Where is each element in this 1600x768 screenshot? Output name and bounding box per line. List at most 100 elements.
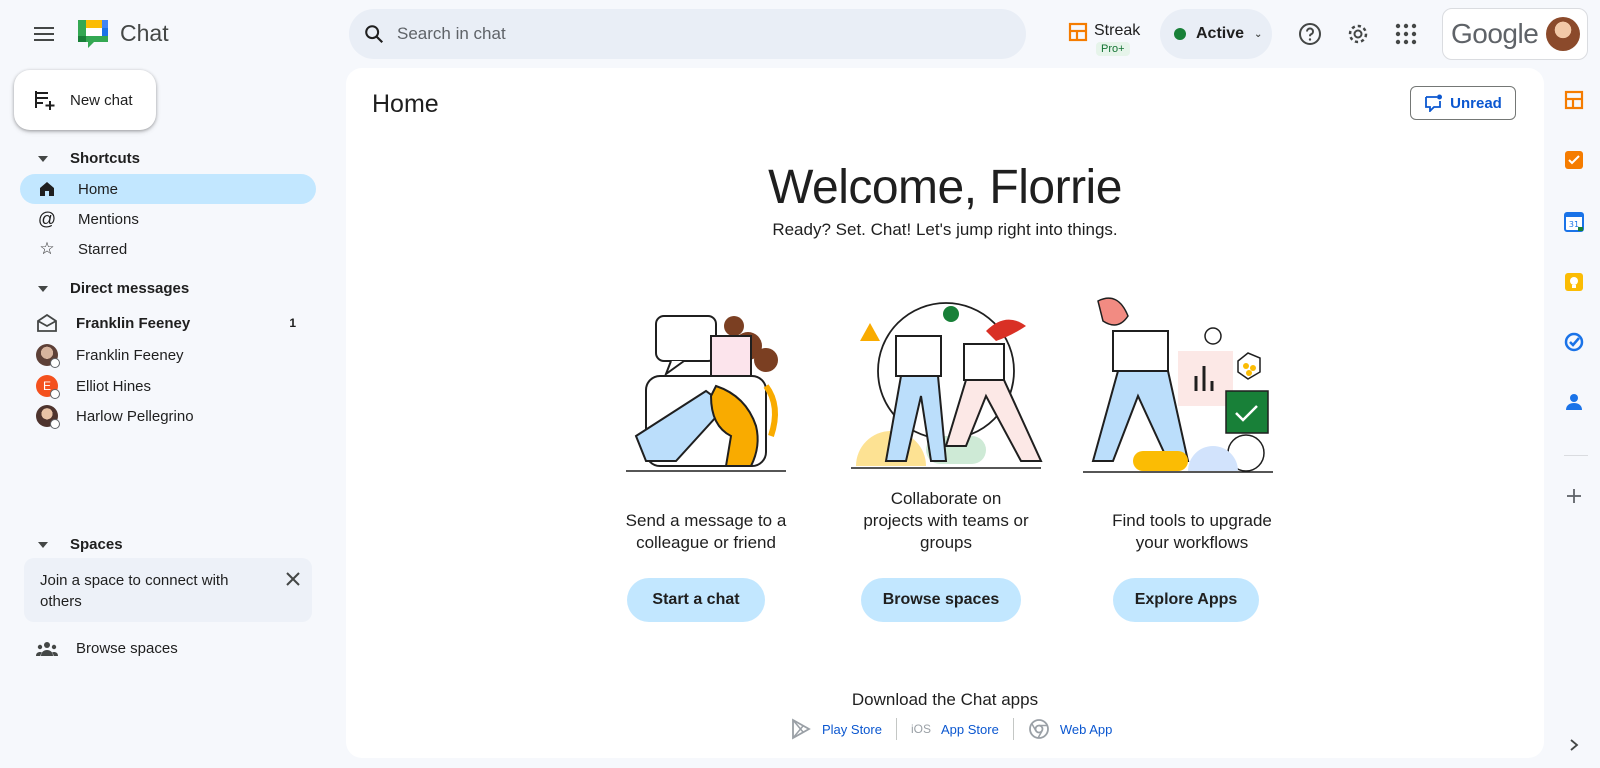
dm-item[interactable]: E Elliot Hines [20,371,316,401]
card-description: Send a message to a colleague or friend [596,510,816,554]
dm-section-toggle[interactable]: Direct messages [38,280,189,297]
expand-rail-button[interactable] [1562,733,1586,757]
nav-item-label: Home [78,180,119,198]
dm-heading: Direct messages [70,280,190,297]
app-name: Chat [120,19,169,46]
dm-item[interactable]: Franklin Feeney 1 [20,308,316,338]
contacts-side-button[interactable] [1562,390,1586,414]
streak-label: Streak [1094,22,1141,39]
chevron-down-icon: ⌄ [1254,28,1263,40]
avatar: E [36,375,60,399]
start-chat-button[interactable]: Start a chat [627,578,765,622]
keep-side-button[interactable] [1562,270,1586,294]
rail-divider [1564,455,1588,456]
app-store-link[interactable]: App Store [941,722,999,737]
shortcuts-section-toggle[interactable]: Shortcuts [38,150,140,167]
app-store-links: Play Store iOS App Store Web App [790,718,1112,740]
calendar-icon: 31 [1564,212,1584,232]
google-wordmark: Google [1451,18,1539,49]
avatar [36,344,60,368]
chat-logo[interactable]: Chat [76,16,169,50]
svg-text:31: 31 [1569,220,1579,229]
explore-apps-card [1068,296,1288,476]
browse-spaces-card [836,296,1056,476]
home-icon [38,181,56,197]
dm-item[interactable]: Franklin Feeney [20,340,316,370]
person-icon [1566,394,1582,410]
card-line: Find tools to upgrade [1112,511,1272,530]
ios-label: iOS [910,722,931,736]
lightbulb-icon [1565,273,1583,291]
caret-down-icon [38,155,48,162]
shortcuts-heading: Shortcuts [70,150,141,167]
gear-icon [1348,24,1368,44]
apps-launcher-button[interactable] [1392,20,1420,48]
unread-chat-icon [1425,94,1443,112]
new-chat-button[interactable]: New chat [14,70,156,130]
status-dropdown[interactable]: Active ⌄ [1160,9,1272,59]
main-menu-button[interactable] [26,18,62,50]
web-app-link[interactable]: Web App [1060,722,1113,737]
browse-spaces-button[interactable]: Browse spaces [861,578,1021,622]
page-title: Home [372,90,439,118]
tasks-check-icon [1565,151,1583,169]
caret-down-icon [38,541,48,548]
nav-item-label: Starred [78,240,128,258]
spaces-heading: Spaces [70,536,123,553]
streak-side-button[interactable] [1562,88,1586,112]
unread-count-badge: 1 [289,316,296,330]
close-icon [286,572,300,586]
calendar-side-button[interactable]: 31 [1562,210,1586,234]
task-circle-icon [1564,332,1584,352]
play-store-link[interactable]: Play Store [822,722,882,737]
unread-label: Unread [1450,94,1502,112]
streak-extension[interactable]: Streak Pro+ [1068,22,1141,56]
status-dot [1174,28,1186,40]
caret-down-icon [38,285,48,292]
at-icon: @ [37,208,57,229]
nav-item-mentions[interactable]: @ Mentions [20,204,316,234]
welcome-heading: Welcome, Florrie [768,161,1122,214]
streak-plan-badge: Pro+ [1096,42,1130,56]
new-chat-label: New chat [70,91,133,109]
apps-grid-icon [1395,23,1417,45]
new-chat-icon [35,91,55,110]
browse-spaces-label: Browse spaces [76,640,178,657]
card-description: Collaborate on projects with teams or gr… [836,488,1056,554]
search-bar[interactable] [349,9,1026,59]
explore-apps-button[interactable]: Explore Apps [1113,578,1259,622]
spaces-section-toggle[interactable]: Spaces [38,536,123,553]
tasks-side-button[interactable] [1562,148,1586,172]
join-space-card: Join a space to connect with others [24,558,312,622]
user-avatar [1546,17,1581,51]
dm-item[interactable]: Harlow Pellegrino [20,401,316,431]
browse-spaces-link[interactable]: Browse spaces [36,640,178,657]
dismiss-join-card-button[interactable] [284,570,304,590]
chat-logo-icon [78,20,108,48]
account-button[interactable]: Google [1442,8,1588,60]
nav-item-label: Mentions [78,210,139,228]
start-chat-card [596,296,816,476]
card-line: projects with teams or [863,511,1029,530]
settings-button[interactable] [1344,20,1372,48]
card-line: Send a message to a [625,511,787,530]
nav-item-home[interactable]: Home [20,174,316,204]
add-addon-button[interactable] [1562,484,1586,508]
chrome-icon [1028,719,1049,739]
unread-filter-button[interactable]: Unread [1410,86,1516,120]
chat-illustration-icon [626,315,786,472]
search-input[interactable] [397,24,957,44]
help-button[interactable] [1296,20,1324,48]
divider [895,718,897,740]
join-card-text: Join a space to connect with others [40,572,229,610]
help-icon [1299,23,1321,45]
avatar [36,405,60,429]
tools-illustration-icon [1083,297,1273,473]
streak-icon [1564,90,1584,110]
tasks-blue-side-button[interactable] [1562,330,1586,354]
collaborate-illustration-icon [851,302,1043,469]
dm-name: Franklin Feeney [76,314,191,332]
plus-icon [1567,489,1581,503]
nav-item-starred[interactable]: ☆ Starred [20,234,316,264]
status-label: Active [1196,25,1245,42]
